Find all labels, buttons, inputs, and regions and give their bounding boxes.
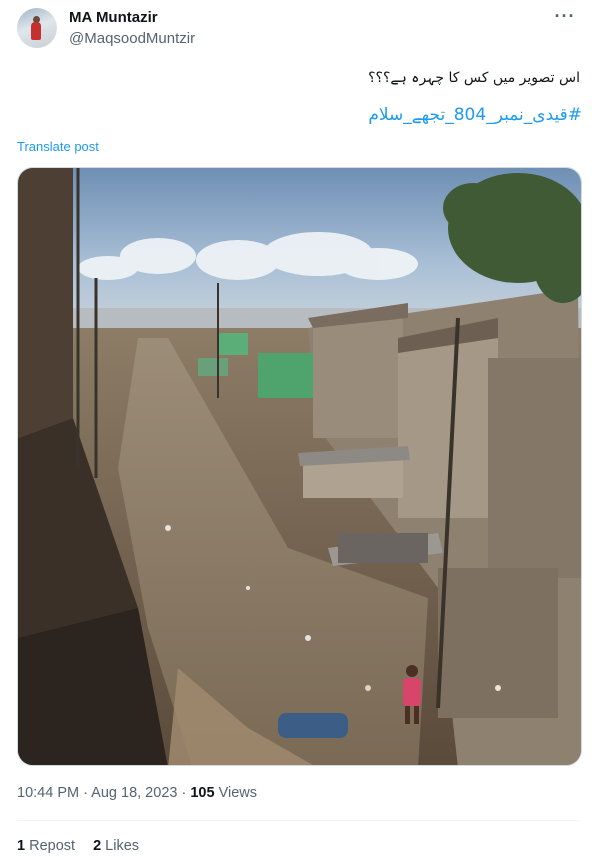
likes-link[interactable]: 2 Likes xyxy=(93,838,139,854)
divider xyxy=(17,820,580,821)
post-metadata: 10:44 PM · Aug 18, 2023 · 105 Views xyxy=(17,785,257,801)
post-time[interactable]: 10:44 PM xyxy=(17,785,79,801)
likes-label: Likes xyxy=(101,838,140,854)
post-image[interactable] xyxy=(17,167,582,766)
post-text: اس تصویر میں کس کا چہرہ ہے؟؟؟ xyxy=(368,70,580,86)
hashtag-link[interactable]: #قیدی_نمبر_804_تجھے_سلام xyxy=(368,104,582,125)
avatar[interactable] xyxy=(17,8,57,48)
translate-post-link[interactable]: Translate post xyxy=(17,139,99,154)
engagement-stats: 1 Repost 2 Likes xyxy=(17,838,139,854)
reposts-label: Repost xyxy=(25,838,76,854)
avatar-figure xyxy=(31,22,41,40)
author-handle[interactable]: @MaqsoodMuntzir xyxy=(69,30,195,47)
views-separator: · xyxy=(177,785,191,801)
views-count: 105 xyxy=(190,785,215,801)
more-dots-icon[interactable]: ··· xyxy=(550,7,580,29)
views-label: Views xyxy=(214,785,257,801)
meta-separator: · xyxy=(79,785,92,801)
reposts-count: 1 xyxy=(17,838,26,854)
author-name[interactable]: MA Muntazir xyxy=(69,9,158,26)
post-date[interactable]: Aug 18, 2023 xyxy=(91,785,177,801)
likes-count: 2 xyxy=(93,838,102,854)
reposts-link[interactable]: 1 Repost xyxy=(17,838,75,854)
